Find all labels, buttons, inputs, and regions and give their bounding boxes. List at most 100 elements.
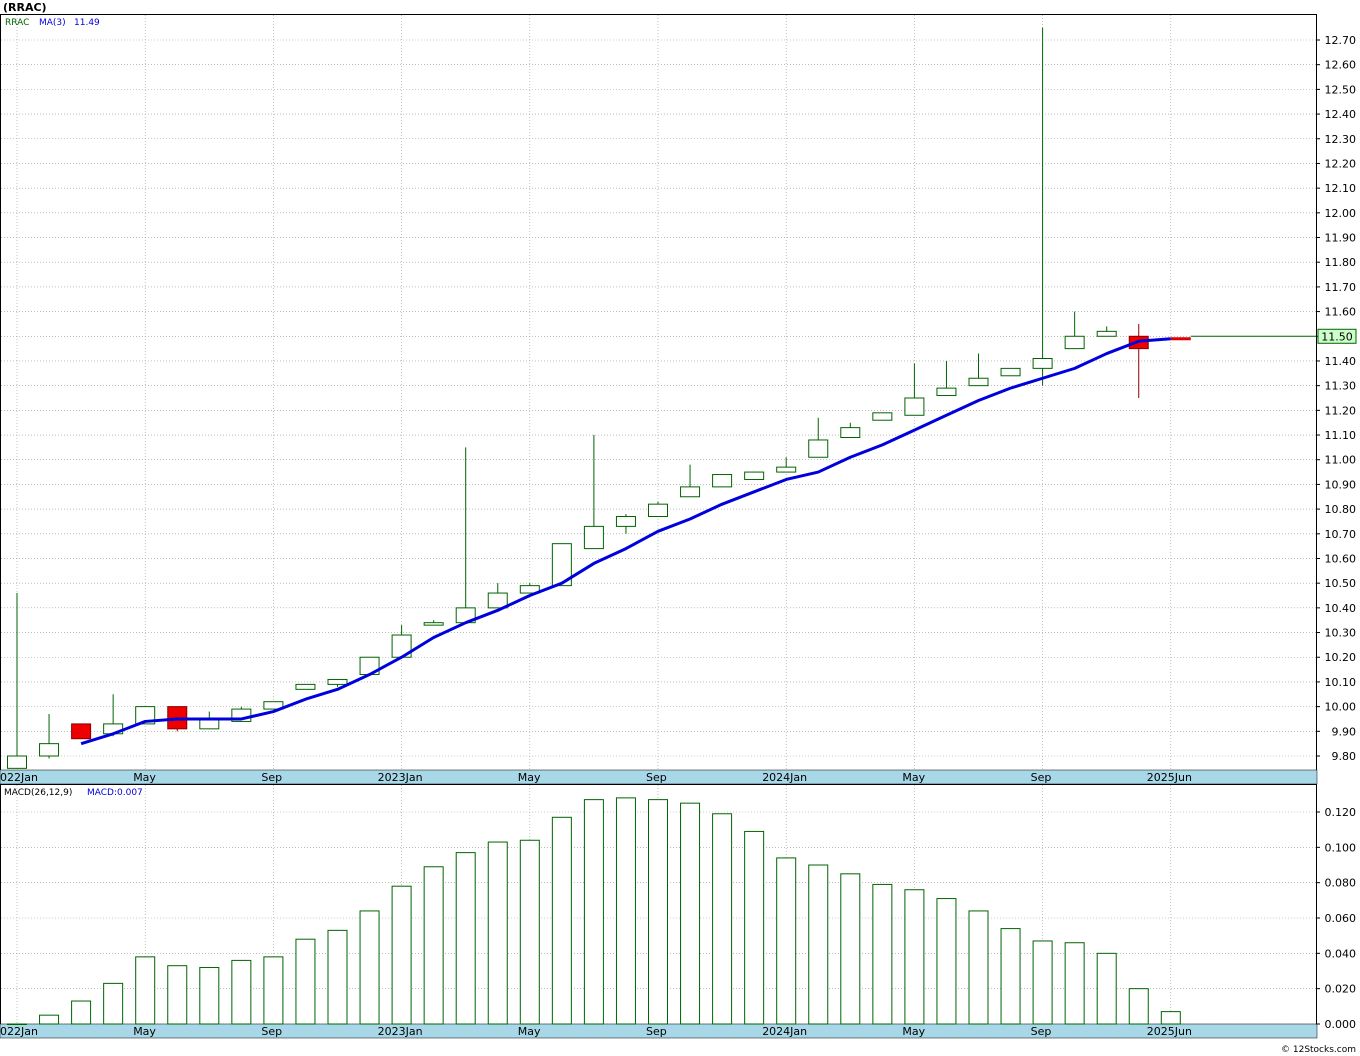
legend-symbol: RRAC bbox=[5, 18, 29, 28]
macd-bar bbox=[1128, 988, 1149, 1025]
macd-bar bbox=[1064, 942, 1085, 1025]
price-xtick-label: 2023Jan bbox=[378, 771, 423, 784]
candle-body bbox=[583, 525, 604, 550]
price-ytick-label: 10.60 bbox=[1325, 552, 1357, 565]
macd-bar bbox=[263, 956, 284, 1025]
candle-body bbox=[39, 743, 60, 757]
macd-bar bbox=[936, 898, 957, 1025]
macd-bar bbox=[712, 813, 733, 1025]
candle bbox=[712, 474, 733, 488]
price-ytick-label: 11.80 bbox=[1325, 256, 1357, 269]
macd-bar bbox=[391, 885, 412, 1025]
candle-body bbox=[327, 678, 348, 685]
macd-xtick-label: 2024Jan bbox=[762, 1025, 807, 1038]
price-xtick-label: Sep bbox=[646, 771, 667, 784]
price-ytick-label: 9.80 bbox=[1332, 750, 1357, 763]
price-ytick-label: 11.40 bbox=[1325, 355, 1357, 368]
candle bbox=[1000, 367, 1021, 377]
price-ytick-label: 12.50 bbox=[1325, 83, 1357, 96]
macd-bar bbox=[103, 982, 124, 1025]
macd-xtick-label: May bbox=[518, 1025, 541, 1038]
candle-body bbox=[295, 683, 316, 690]
price-ytick-label: 11.30 bbox=[1325, 380, 1357, 393]
macd-bar bbox=[1096, 952, 1117, 1025]
price-ytick-label: 10.70 bbox=[1325, 528, 1357, 541]
price-ytick-label: 11.60 bbox=[1325, 306, 1357, 319]
macd-bar bbox=[359, 910, 380, 1025]
macd-bar bbox=[423, 866, 444, 1025]
price-ytick-label: 10.00 bbox=[1325, 701, 1357, 714]
candle-body bbox=[1096, 330, 1117, 337]
macd-bar bbox=[808, 864, 829, 1025]
macd-ytick-label: 0.040 bbox=[1325, 947, 1357, 960]
price-ytick-label: 10.80 bbox=[1325, 503, 1357, 516]
last-price-label: 11.50 bbox=[1321, 330, 1353, 343]
price-ytick-label: 10.50 bbox=[1325, 577, 1357, 590]
price-xtick-label: 2025Jun bbox=[1147, 771, 1192, 784]
price-ytick-label: 11.90 bbox=[1325, 232, 1357, 245]
candle-body bbox=[840, 427, 861, 439]
candle-body bbox=[423, 622, 444, 626]
macd-bar bbox=[1000, 928, 1021, 1025]
macd-xtick-label: 2025Jun bbox=[1147, 1025, 1192, 1038]
copyright-footer: © 12Stocks.com bbox=[1281, 1045, 1356, 1055]
macd-bar bbox=[519, 839, 540, 1025]
candle-body bbox=[71, 723, 92, 740]
macd-bar bbox=[7, 1023, 27, 1025]
candle-body bbox=[1000, 367, 1021, 377]
macd-ytick-label: 0.000 bbox=[1325, 1018, 1357, 1031]
page-background bbox=[0, 0, 1360, 1056]
price-ytick-label: 9.90 bbox=[1332, 725, 1357, 738]
price-ytick-label: 12.10 bbox=[1325, 182, 1357, 195]
macd-bar bbox=[776, 857, 797, 1025]
candle-body bbox=[808, 439, 829, 458]
macd-bar bbox=[327, 929, 348, 1025]
last-price-tag: 11.50 bbox=[1317, 328, 1357, 344]
candle bbox=[744, 471, 765, 480]
macd-xtick-label: Sep bbox=[261, 1025, 282, 1038]
price-ytick-label: 11.70 bbox=[1325, 281, 1357, 294]
candle bbox=[71, 723, 92, 740]
macd-bar bbox=[1160, 1011, 1181, 1025]
macd-bar bbox=[840, 873, 861, 1025]
macd-bar bbox=[231, 959, 252, 1025]
price-ytick-label: 10.90 bbox=[1325, 478, 1357, 491]
macd-xtick-label: 2022Jan bbox=[0, 1025, 38, 1038]
price-ytick-label: 12.70 bbox=[1325, 34, 1357, 47]
chart-canvas: 2022Jan May Sep 2023Jan May Sep 2024Jan May Sep 2… bbox=[0, 0, 1360, 1056]
price-ytick-label: 11.20 bbox=[1325, 404, 1357, 417]
macd-bar bbox=[872, 883, 893, 1025]
price-ytick-label: 12.40 bbox=[1325, 108, 1357, 121]
price-ytick-label: 11.10 bbox=[1325, 429, 1357, 442]
price-ytick-label: 10.10 bbox=[1325, 676, 1357, 689]
price-xtick-label: 2024Jan bbox=[762, 771, 807, 784]
macd-bar bbox=[680, 802, 701, 1025]
macd-ytick-label: 0.080 bbox=[1325, 877, 1357, 890]
price-ytick-label: 11.00 bbox=[1325, 454, 1357, 467]
price-ytick-label: 12.60 bbox=[1325, 59, 1357, 72]
macd-ytick-label: 0.020 bbox=[1325, 983, 1357, 996]
macd-xtick-label: May bbox=[902, 1025, 925, 1038]
price-xtick-label: May bbox=[133, 771, 156, 784]
candle-body bbox=[712, 474, 733, 488]
macd-ytick-label: 0.060 bbox=[1325, 912, 1357, 925]
macd-legend-value: MACD:0.007 bbox=[87, 788, 143, 798]
price-ytick-label: 10.40 bbox=[1325, 602, 1357, 615]
macd-bar bbox=[904, 889, 925, 1025]
macd-bar bbox=[295, 938, 316, 1025]
price-ytick-label: 12.20 bbox=[1325, 157, 1357, 170]
macd-bar bbox=[1032, 940, 1053, 1025]
candle-body bbox=[1064, 335, 1085, 350]
price-xtick-label: May bbox=[902, 771, 925, 784]
macd-bar bbox=[615, 797, 636, 1025]
price-xtick-label: May bbox=[518, 771, 541, 784]
candle-body bbox=[936, 387, 957, 397]
macd-ytick-label: 0.100 bbox=[1325, 841, 1357, 854]
price-ytick-label: 10.30 bbox=[1325, 627, 1357, 640]
candle-body bbox=[904, 397, 925, 416]
candle-body bbox=[7, 755, 27, 769]
macd-bar bbox=[551, 816, 572, 1025]
macd-bar bbox=[135, 956, 156, 1025]
candle bbox=[872, 412, 893, 421]
macd-legend-params: MACD(26,12,9) bbox=[4, 788, 72, 798]
